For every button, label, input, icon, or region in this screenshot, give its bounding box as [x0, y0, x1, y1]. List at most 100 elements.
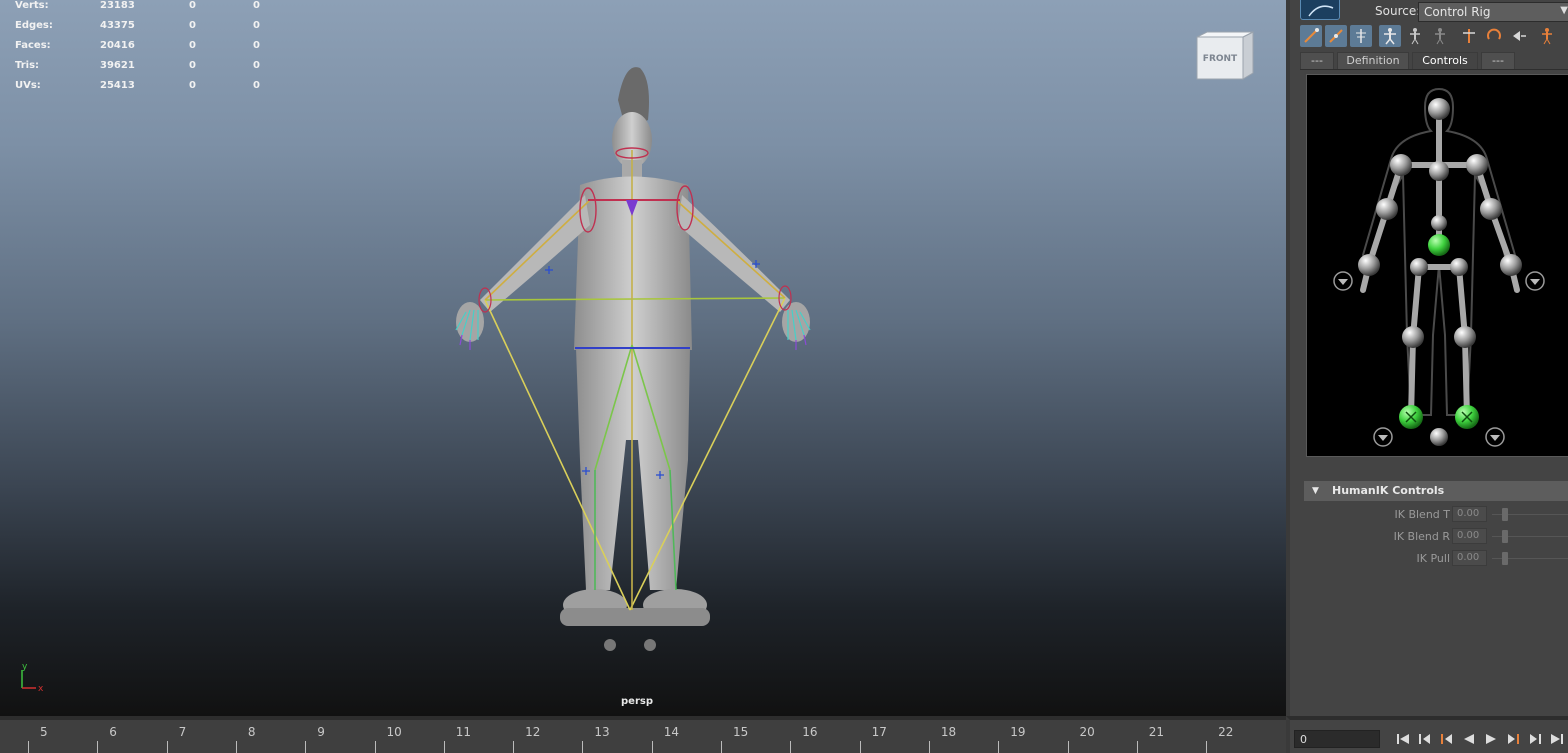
humanik-toolbar — [1300, 25, 1568, 49]
axis-gizmo: y x — [21, 662, 44, 694]
chest-effector[interactable] — [1429, 161, 1449, 181]
ik-blend-r-field[interactable]: 0.00 — [1452, 528, 1487, 544]
timeline-tick-label: 8 — [247, 725, 256, 739]
select-effector-icon[interactable] — [1429, 25, 1451, 47]
right-shoulder-effector[interactable] — [1466, 154, 1488, 176]
axis-x-label: x — [38, 684, 44, 694]
timeline-tick-label: 13 — [594, 725, 610, 739]
ik-blend-r-slider-handle[interactable] — [1502, 530, 1508, 543]
release-pin-icon[interactable] — [1508, 25, 1530, 47]
hud-value: 0 — [253, 80, 260, 91]
ik-blend-r-row: IK Blend R 0.00 — [1304, 528, 1568, 546]
timeline-tick — [235, 741, 237, 753]
ik-blend-t-row: IK Blend T 0.00 — [1304, 506, 1568, 524]
hud-value: 20416 — [100, 40, 135, 51]
timeline-tick — [97, 741, 99, 753]
skeleton-view-icon[interactable] — [1350, 25, 1372, 47]
humanik-figure-picker[interactable] — [1306, 74, 1568, 457]
timeline-tick — [1206, 741, 1208, 753]
ik-blend-t-slider-handle[interactable] — [1502, 508, 1508, 521]
timeline-tick — [374, 741, 376, 753]
full-body-ik-icon[interactable] — [1300, 25, 1322, 47]
character-model[interactable] — [440, 60, 820, 660]
go-to-end-icon[interactable] — [1548, 730, 1566, 748]
head-effector[interactable] — [1428, 98, 1450, 120]
ik-blend-t-field[interactable]: 0.00 — [1452, 506, 1487, 522]
step-back-key-icon[interactable] — [1438, 730, 1456, 748]
camera-name-label: persp — [621, 696, 653, 707]
timeline-tick-label: 16 — [802, 725, 818, 739]
pin-rotate-icon[interactable] — [1483, 25, 1505, 47]
step-back-icon[interactable] — [1416, 730, 1434, 748]
timeline-tick — [443, 741, 445, 753]
right-elbow-effector[interactable] — [1480, 198, 1502, 220]
left-wrist-effector[interactable] — [1358, 254, 1380, 276]
reference-effector[interactable] — [1430, 428, 1448, 446]
hud-value: 0 — [253, 60, 260, 71]
play-backwards-icon[interactable] — [1460, 730, 1478, 748]
select-full-body-icon[interactable] — [1379, 25, 1401, 47]
viewcube[interactable]: FRONT — [1195, 31, 1255, 81]
body-part-ik-icon[interactable] — [1325, 25, 1347, 47]
humanik-controls-header[interactable]: ▼ HumanIK Controls — [1304, 481, 1568, 501]
tab-collapsed-left[interactable]: --- — [1300, 52, 1334, 70]
hud-label: Tris: — [15, 60, 40, 71]
timeline-tick-label: 6 — [109, 725, 117, 739]
hud-value: 0 — [253, 0, 260, 11]
timeline-tick-label: 22 — [1218, 725, 1234, 739]
left-shoulder-effector[interactable] — [1390, 154, 1412, 176]
timeline-tick-label: 12 — [525, 725, 541, 739]
perspective-viewport[interactable]: Verts: 23183 0 0 Edges: 43375 0 0 Faces:… — [0, 0, 1286, 716]
left-knee-effector[interactable] — [1402, 326, 1424, 348]
left-elbow-effector[interactable] — [1376, 198, 1398, 220]
hud-value: 25413 — [100, 80, 135, 91]
timeline-tick-label: 7 — [178, 725, 187, 739]
timeline-tick — [928, 741, 930, 753]
current-frame-field[interactable]: 0 — [1294, 730, 1380, 748]
hips-effector[interactable] — [1428, 234, 1450, 256]
source-dropdown-value: Control Rig — [1424, 5, 1491, 19]
ik-pull-slider-handle[interactable] — [1502, 552, 1508, 565]
right-knee-effector[interactable] — [1454, 326, 1476, 348]
hud-value: 0 — [189, 0, 196, 11]
source-dropdown[interactable]: Control Rig ▼ — [1418, 2, 1568, 22]
humanik-tabs: --- Definition Controls --- — [1300, 52, 1568, 70]
step-forward-key-icon[interactable] — [1504, 730, 1522, 748]
go-to-start-icon[interactable] — [1394, 730, 1412, 748]
collapse-triangle-icon[interactable]: ▼ — [1312, 481, 1319, 501]
spine-effector[interactable] — [1431, 215, 1447, 231]
timeline-tick-label: 20 — [1079, 725, 1095, 739]
hud-value: 43375 — [100, 20, 135, 31]
step-forward-icon[interactable] — [1526, 730, 1544, 748]
axis-y-label: y — [22, 662, 28, 672]
source-label: Source: — [1375, 4, 1421, 18]
timeline-tick — [166, 741, 168, 753]
tab-divider — [1300, 69, 1568, 70]
humanik-logo-icon — [1300, 0, 1340, 20]
timeline-tick-label: 5 — [40, 725, 48, 739]
timeline-tick — [1067, 741, 1069, 753]
hud-value: 0 — [189, 40, 196, 51]
timeline-tick-label: 14 — [663, 725, 679, 739]
viewcube-front-label: FRONT — [1203, 54, 1238, 64]
hud-value: 39621 — [100, 60, 135, 71]
right-hip-effector[interactable] — [1450, 258, 1468, 276]
timeline-tick — [859, 741, 861, 753]
timeline-tick-label: 17 — [871, 725, 887, 739]
pin-translate-icon[interactable] — [1458, 25, 1480, 47]
right-wrist-effector[interactable] — [1500, 254, 1522, 276]
tab-collapsed-right[interactable]: --- — [1481, 52, 1515, 70]
playback-controls: 0 — [1286, 716, 1568, 753]
time-slider[interactable]: 5 6 7 8 9 10 11 12 13 14 15 16 17 18 19 20 21 22 — [0, 716, 1286, 753]
play-forwards-icon[interactable] — [1482, 730, 1500, 748]
figure-mode-icon[interactable] — [1536, 25, 1558, 47]
timeline-tick — [28, 741, 29, 753]
timeline-tick — [998, 741, 1000, 753]
tab-definition[interactable]: Definition — [1337, 52, 1409, 70]
left-hip-effector[interactable] — [1410, 258, 1428, 276]
tab-controls[interactable]: Controls — [1412, 52, 1478, 70]
select-body-part-icon[interactable] — [1404, 25, 1426, 47]
timeline-tick-label: 10 — [386, 725, 402, 739]
ik-pull-field[interactable]: 0.00 — [1452, 550, 1487, 566]
chevron-down-icon: ▼ — [1560, 5, 1568, 16]
